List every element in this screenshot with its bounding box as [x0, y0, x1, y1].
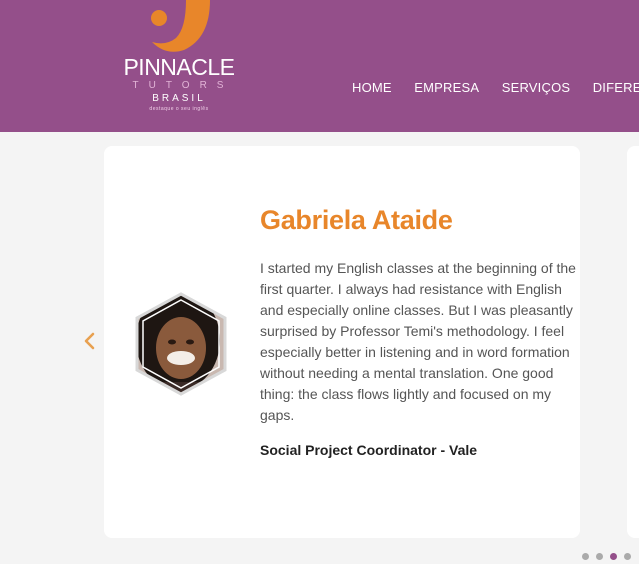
logo-tagline: destaque o seu inglês [149, 106, 209, 112]
nav-empresa[interactable]: EMPRESA [414, 80, 479, 95]
site-header: PINNACLE TUTORS BRASIL destaque o seu in… [0, 0, 639, 132]
logo-mark-icon [151, 0, 210, 52]
logo-wordmark: PINNACLE [123, 54, 235, 80]
nav-diferenciais[interactable]: DIFERENC [593, 80, 639, 95]
chevron-left-icon[interactable] [81, 329, 99, 353]
carousel-dots [582, 551, 639, 563]
testimonial-role: Social Project Coordinator - Vale [260, 442, 478, 458]
main-nav: HOME EMPRESA SERVIÇOS DIFERENC [352, 79, 639, 97]
logo-tutors: TUTORS [132, 80, 234, 91]
next-testimonial-card[interactable] [627, 146, 639, 538]
carousel-dot[interactable] [596, 553, 603, 560]
carousel-dot-active[interactable] [610, 553, 617, 560]
testimonial-name: Gabriela Ataide [260, 205, 453, 235]
testimonial-quote: I started my English classes at the begi… [260, 260, 576, 423]
avatar [135, 292, 227, 396]
carousel-dot[interactable] [582, 553, 589, 560]
carousel-dot[interactable] [624, 553, 631, 560]
logo-brasil: BRASIL [152, 93, 206, 104]
pinnacle-logo[interactable]: PINNACLE TUTORS BRASIL destaque o seu in… [122, 0, 242, 118]
nav-home[interactable]: HOME [352, 80, 392, 95]
nav-servicos[interactable]: SERVIÇOS [502, 80, 571, 95]
